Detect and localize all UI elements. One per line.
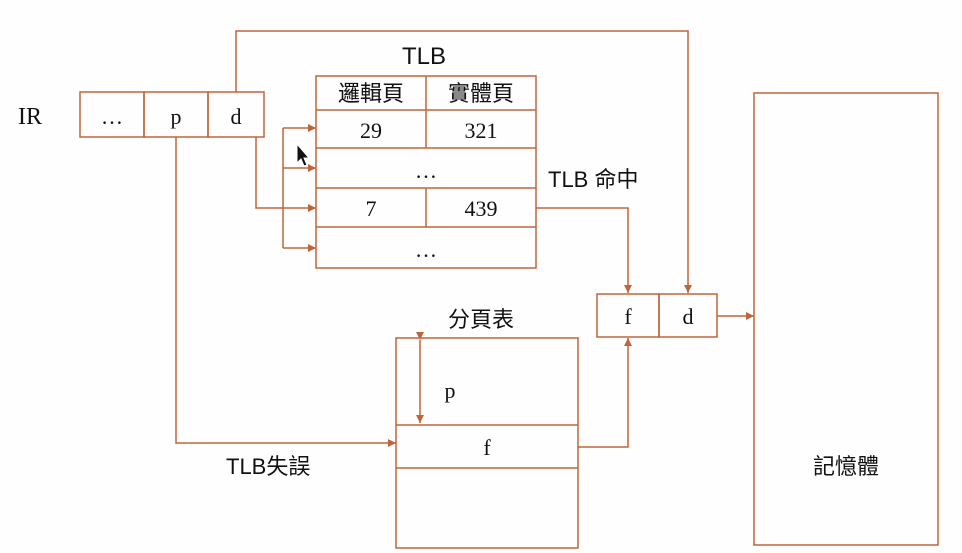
tlb-row2-ellipsis: … [415, 158, 437, 183]
ir-cell-p: p [171, 104, 182, 129]
physical-address: f d [596, 293, 718, 338]
page-offset-p: p [445, 378, 456, 403]
tlb-miss-arrow [175, 137, 396, 447]
tlb-row4-ellipsis: … [415, 237, 437, 262]
tlb-miss-label: TLB失誤 [226, 454, 310, 479]
ir-cell-ellipsis: … [101, 104, 123, 129]
physical-address-f: f [624, 304, 632, 329]
tlb-lookup-arrows [255, 124, 316, 252]
memory-block: 記憶體 [753, 92, 939, 546]
page-table-title: 分頁表 [448, 307, 514, 332]
tlb-table: 邏輯頁 實體頁 29 321 … 7 439 … [315, 75, 537, 269]
page-table-frame-arrow [578, 338, 632, 448]
ir-cell-d: d [231, 104, 242, 129]
tlb-row1-physical: 321 [465, 118, 498, 143]
tlb-header-logical-page: 邏輯頁 [338, 81, 404, 106]
page-table-entry-f: f [483, 435, 491, 460]
tlb-hit-arrow [536, 207, 632, 293]
memory-label: 記憶體 [813, 454, 879, 479]
tlb-hit-label: TLB 命中 [548, 167, 638, 192]
paging-diagram: IR … p d TLB 邏輯頁 實體頁 29 321 … 7 439 … TL… [18, 30, 939, 549]
tlb-title: TLB [402, 43, 446, 70]
tlb-row3-logical: 7 [366, 196, 377, 221]
ir-label: IR [18, 104, 42, 130]
tlb-row3-physical: 439 [465, 196, 498, 221]
tlb-header-physical-page: 實體頁 [448, 81, 514, 106]
tlb-row1-logical: 29 [360, 118, 382, 143]
page-offset-indicator: p [416, 332, 456, 423]
mouse-cursor-icon [296, 142, 311, 167]
physical-address-d: d [683, 304, 694, 329]
ir-register: … p d [79, 91, 265, 138]
page-table: f [395, 337, 579, 549]
